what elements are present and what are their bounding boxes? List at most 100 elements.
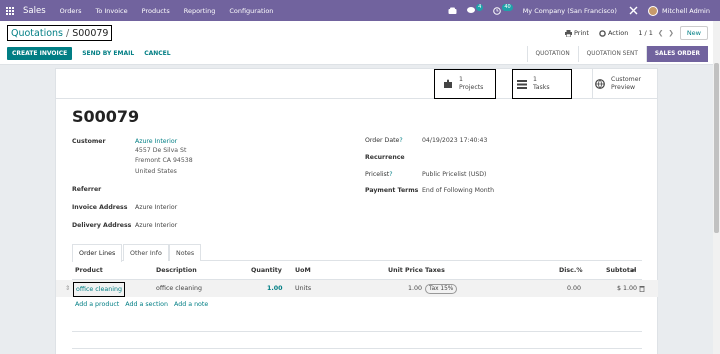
scrollbar[interactable] bbox=[713, 21, 720, 354]
control-panel: Quotations / S00079 Print Action 1 / 1 ❮… bbox=[0, 21, 713, 65]
activity-clock-icon[interactable]: 40 bbox=[493, 4, 513, 15]
add-line-links: Add a product Add a section Add a note bbox=[75, 301, 214, 308]
add-product-link[interactable]: Add a product bbox=[75, 301, 119, 308]
address-street: 4557 De Silva St bbox=[135, 147, 187, 154]
avatar[interactable] bbox=[647, 5, 658, 16]
stage-quotation-sent[interactable]: QUOTATION SENT bbox=[577, 46, 646, 62]
order-date-field[interactable]: 04/19/2023 17:40:43 bbox=[422, 137, 487, 144]
record-title: S00079 bbox=[72, 107, 140, 126]
payment-terms-label: Payment Terms bbox=[365, 187, 419, 194]
phone-icon[interactable] bbox=[448, 7, 457, 15]
row-product[interactable]: office cleaning bbox=[73, 282, 125, 297]
col-disc[interactable]: Disc.% bbox=[559, 261, 583, 280]
row-unit-price[interactable]: 1.00 bbox=[408, 280, 422, 297]
pager-value[interactable]: 1 / 1 bbox=[638, 29, 653, 37]
col-description[interactable]: Description bbox=[156, 261, 197, 280]
add-note-link[interactable]: Add a note bbox=[174, 301, 208, 308]
referrer-label: Referrer bbox=[72, 186, 102, 193]
status-bar: QUOTATION QUOTATION SENT SALES ORDER bbox=[526, 46, 708, 62]
smart-button-box: 1 Projects 1 Tasks Customer Preview bbox=[56, 69, 657, 99]
row-description[interactable]: office cleaning bbox=[156, 280, 202, 297]
menu-configuration[interactable]: Configuration bbox=[229, 7, 273, 15]
chevron-left-icon[interactable]: ❮ bbox=[658, 29, 663, 37]
action-label: Action bbox=[607, 29, 629, 37]
menu-to-invoice[interactable]: To Invoice bbox=[95, 7, 127, 15]
row-quantity[interactable]: 1.00 bbox=[267, 280, 283, 297]
payment-terms-field[interactable]: End of Following Month bbox=[422, 187, 494, 194]
debug-tools-icon[interactable] bbox=[629, 6, 638, 15]
gear-icon bbox=[599, 29, 606, 37]
scrollbar-thumb[interactable] bbox=[714, 63, 719, 233]
globe-icon bbox=[595, 79, 605, 89]
breadcrumb-separator: / bbox=[66, 27, 70, 39]
printer-icon bbox=[565, 29, 572, 37]
customer-field[interactable]: Azure Interior bbox=[135, 138, 177, 145]
create-invoice-button[interactable]: CREATE INVOICE bbox=[7, 47, 73, 60]
user-menu[interactable]: Mitchell Admin bbox=[662, 7, 710, 15]
col-unit-price[interactable]: Unit Price bbox=[388, 261, 423, 280]
invoice-address-label: Invoice Address bbox=[72, 204, 128, 211]
pricelist-field[interactable]: Public Pricelist (USD) bbox=[422, 171, 486, 178]
tab-notes[interactable]: Notes bbox=[169, 244, 202, 261]
delivery-address-label: Delivery Address bbox=[72, 222, 132, 229]
top-navbar: Sales Orders To Invoice Products Reporti… bbox=[0, 0, 720, 21]
projects-smart-button[interactable]: 1 Projects bbox=[434, 69, 496, 99]
menu-reporting[interactable]: Reporting bbox=[184, 7, 216, 15]
drag-handle-icon[interactable]: ⇕ bbox=[65, 280, 70, 297]
pricelist-label: Pricelist? bbox=[365, 171, 393, 178]
delivery-address-field[interactable]: Azure Interior bbox=[135, 222, 177, 229]
add-section-link[interactable]: Add a section bbox=[125, 301, 168, 308]
action-buttons: CREATE INVOICE SEND BY EMAIL CANCEL bbox=[7, 47, 171, 60]
optional-columns-icon[interactable]: ⇄ bbox=[631, 261, 636, 280]
divider bbox=[72, 348, 642, 349]
tab-other-info[interactable]: Other Info bbox=[123, 244, 169, 261]
new-button[interactable]: New bbox=[679, 26, 708, 40]
pager: 1 / 1 ❮ ❯ bbox=[638, 29, 674, 37]
apps-menu-icon[interactable] bbox=[6, 6, 20, 15]
trash-icon[interactable] bbox=[639, 280, 645, 297]
action-button[interactable]: Action bbox=[599, 29, 628, 37]
row-tax-badge[interactable]: Tax 15% bbox=[425, 284, 458, 294]
chevron-right-icon[interactable]: ❯ bbox=[668, 29, 673, 37]
send-by-email-button[interactable]: SEND BY EMAIL bbox=[82, 50, 134, 57]
notebook-tabs: Order Lines Other Info Notes bbox=[72, 244, 642, 262]
breadcrumb-current: S00079 bbox=[72, 27, 109, 39]
projects-label: Projects bbox=[459, 84, 484, 91]
table-row[interactable]: ⇕ office cleaning office cleaning 1.00 U… bbox=[56, 280, 658, 297]
breadcrumb-quotations[interactable]: Quotations bbox=[11, 28, 63, 39]
menu-products[interactable]: Products bbox=[142, 7, 170, 15]
print-button[interactable]: Print bbox=[565, 29, 589, 37]
app-name[interactable]: Sales bbox=[23, 6, 46, 16]
chat-icon[interactable]: 4 bbox=[467, 4, 484, 14]
col-quantity[interactable]: Quantity bbox=[251, 261, 282, 280]
col-product[interactable]: Product bbox=[75, 261, 103, 280]
form-sheet: 1 Projects 1 Tasks Customer Preview S00079 … bbox=[55, 68, 658, 354]
company-switcher[interactable]: My Company (San Francisco) bbox=[523, 7, 617, 15]
tasks-count: 1 bbox=[533, 76, 537, 83]
divider bbox=[72, 331, 642, 332]
menu-orders[interactable]: Orders bbox=[60, 7, 82, 15]
invoice-address-field[interactable]: Azure Interior bbox=[135, 204, 177, 211]
row-uom[interactable]: Units bbox=[295, 280, 311, 297]
projects-count: 1 bbox=[459, 76, 463, 83]
cancel-button[interactable]: CANCEL bbox=[144, 50, 170, 57]
tasks-smart-button[interactable]: 1 Tasks bbox=[512, 69, 572, 99]
stage-sales-order[interactable]: SALES ORDER bbox=[645, 46, 708, 62]
tab-order-lines[interactable]: Order Lines bbox=[72, 244, 123, 262]
activity-badge: 40 bbox=[502, 4, 513, 11]
col-taxes[interactable]: Taxes bbox=[425, 261, 445, 280]
customer-preview-button[interactable]: Customer Preview bbox=[592, 69, 658, 99]
address-country: United States bbox=[135, 167, 177, 175]
customer-address: 4557 De Silva St Fremont CA 94538 United… bbox=[135, 146, 193, 177]
tasks-label: Tasks bbox=[533, 84, 550, 91]
tasks-icon bbox=[517, 80, 527, 89]
print-label: Print bbox=[574, 29, 589, 37]
row-disc[interactable]: 0.00 bbox=[567, 280, 581, 297]
order-lines-header: Product Description Quantity UoM Unit Pr… bbox=[72, 261, 642, 280]
col-uom[interactable]: UoM bbox=[295, 261, 311, 280]
customer-label: Customer bbox=[72, 138, 106, 145]
stage-quotation[interactable]: QUOTATION bbox=[526, 46, 578, 62]
address-city: Fremont CA 94538 bbox=[135, 157, 193, 165]
chat-badge: 4 bbox=[476, 4, 484, 11]
order-date-label: Order Date? bbox=[365, 137, 403, 144]
